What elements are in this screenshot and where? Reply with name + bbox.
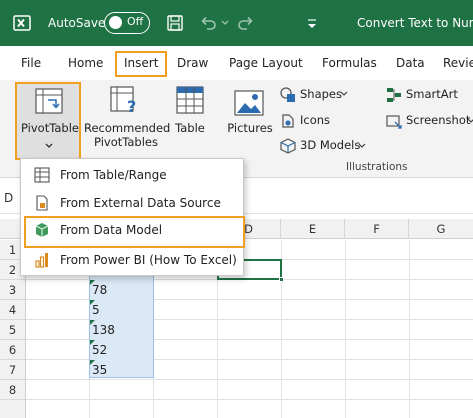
grid-line [409,240,410,418]
column-header-g[interactable]: G [409,219,473,239]
redo-icon[interactable] [236,14,256,32]
menu-item-from-external-data-source[interactable]: From External Data Source [24,190,241,216]
data-model-icon [35,223,49,237]
chevron-down-icon[interactable] [220,14,230,32]
pivottable-icon [35,88,63,114]
document-title: Convert Text to Numb [357,16,473,30]
table-button[interactable]: Table [172,84,208,144]
power-bi-icon [35,253,48,268]
column-header-f[interactable]: F [345,219,409,239]
screenshot-icon [386,115,402,129]
pictures-icon [234,90,264,116]
table-range-icon [34,167,50,183]
row-header[interactable]: 5 [0,320,25,340]
chevron-down-icon [340,91,348,96]
tab-draw[interactable]: Draw [177,55,208,71]
tab-review[interactable]: Revie [443,55,473,71]
ribbon-tabs: File Home Insert Draw Page Layout Formul… [0,46,473,80]
autosave-toggle[interactable]: Off [104,12,150,34]
recommended-label-line1: Recommended [84,121,171,135]
icons-button[interactable]: Icons [278,112,354,130]
menu-item-label: From Data Model [60,223,163,237]
cell-b7[interactable]: 35 [92,360,107,380]
menu-item-from-data-model[interactable]: From Data Model [24,216,245,248]
fill-handle[interactable] [279,277,284,282]
table-icon [176,86,204,114]
tab-file[interactable]: File [21,55,41,71]
3d-models-button[interactable]: 3D Models [278,137,366,155]
external-data-icon [36,195,48,211]
smartart-button[interactable]: SmartArt [384,86,473,104]
title-bar: AutoSave Off Convert Text to Numb [0,0,473,46]
icons-label: Icons [300,113,331,127]
grid-line [26,399,473,400]
row-header[interactable]: 7 [0,360,25,380]
name-box-partial[interactable]: D [4,190,13,206]
shapes-label: Shapes [300,87,343,101]
pictures-label: Pictures [227,121,273,135]
chevron-down-icon [358,143,366,148]
cube-icon [280,138,296,154]
chevron-down-icon [467,118,473,123]
cell-b3[interactable]: 78 [92,280,107,300]
tab-data[interactable]: Data [396,55,425,71]
row-header[interactable]: 3 [0,280,25,300]
screenshot-button[interactable]: Screenshot [384,112,473,130]
pivottable-dropdown-menu: From Table/Range From External Data Sour… [20,158,245,276]
toggle-knob [109,16,122,29]
tab-insert[interactable]: Insert [124,55,158,71]
row-header[interactable]: 4 [0,300,25,320]
shapes-button[interactable]: Shapes [278,86,354,104]
recommended-pivottables-button[interactable]: ? Recommended PivotTables [84,84,171,158]
chevron-down-icon [45,143,53,148]
svg-text:?: ? [127,97,136,114]
column-header-e[interactable]: E [281,219,345,239]
menu-item-from-table-range[interactable]: From Table/Range [24,162,241,188]
shapes-icon [280,87,295,102]
save-icon[interactable] [166,14,184,32]
row-header[interactable]: 8 [0,380,25,400]
tab-page-layout[interactable]: Page Layout [229,55,303,71]
undo-icon[interactable] [198,14,218,32]
menu-item-from-power-bi[interactable]: From Power BI (How To Excel) [24,247,241,273]
cell-b6[interactable]: 52 [92,340,107,360]
icons-icon [282,114,294,128]
table-label: Table [175,121,205,135]
tab-home[interactable]: Home [68,55,103,71]
menu-item-label: From Table/Range [60,168,167,182]
cell-b4[interactable]: 5 [92,300,100,320]
recommended-pivottables-icon: ? [110,86,136,114]
menu-item-label: From External Data Source [60,196,221,210]
autosave-state: Off [127,15,144,28]
row-header[interactable]: 6 [0,340,25,360]
autosave-label: AutoSave [48,16,106,30]
group-label-illustrations: Illustrations [346,161,408,173]
cell-b5[interactable]: 138 [92,320,115,340]
grid-line [345,240,346,418]
excel-logo-icon [13,15,31,31]
3d-models-label: 3D Models [300,138,361,152]
pictures-button[interactable]: Pictures [226,84,274,144]
tab-formulas[interactable]: Formulas [322,55,377,71]
recommended-label-line2: PivotTables [94,135,158,149]
smartart-label: SmartArt [406,87,458,101]
smartart-icon [387,88,401,102]
pivottable-button[interactable]: PivotTable [15,82,81,160]
customize-toolbar-icon[interactable] [305,15,319,31]
pivottable-label: PivotTable [21,121,79,135]
menu-item-label: From Power BI (How To Excel) [60,253,237,267]
screenshot-label: Screenshot [406,113,471,127]
